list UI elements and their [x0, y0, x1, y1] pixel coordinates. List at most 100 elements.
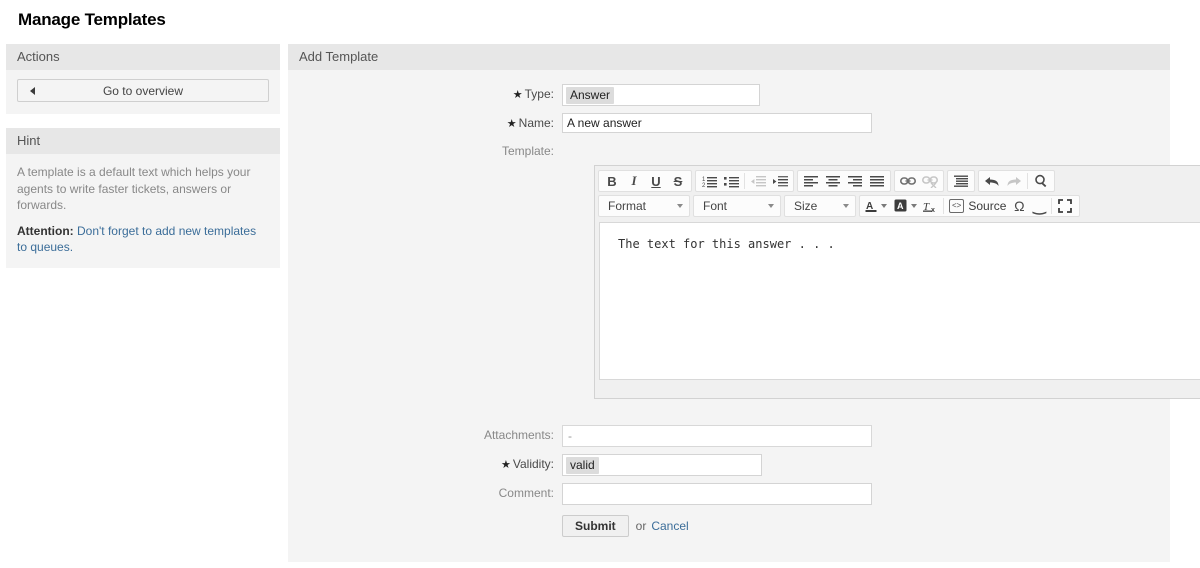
- size-select[interactable]: Size: [784, 195, 856, 217]
- hint-widget: Hint A template is a default text which …: [6, 128, 280, 268]
- toolbar-divider: [943, 198, 944, 214]
- comment-input[interactable]: [562, 483, 872, 505]
- add-template-header: Add Template: [288, 44, 1170, 70]
- toolbar-group-blockquote: [947, 170, 975, 192]
- type-select[interactable]: Answer: [562, 84, 760, 106]
- italic-icon[interactable]: I: [623, 171, 645, 191]
- go-to-overview-button[interactable]: Go to overview: [17, 79, 269, 102]
- type-selected-chip: Answer: [566, 86, 615, 104]
- special-character-icon[interactable]: Ω: [1009, 196, 1029, 216]
- field-row-comment: Comment:: [288, 483, 1170, 505]
- align-center-icon[interactable]: [822, 171, 844, 191]
- add-template-panel: Add Template ★ Type: Answer ★ Name: A new …: [288, 44, 1200, 562]
- attachments-field-wrap: -: [562, 425, 1170, 447]
- type-field-wrap: Answer: [562, 84, 1170, 106]
- code-icon: <>: [949, 199, 965, 213]
- field-row-validity: ★ Validity: valid: [288, 454, 1170, 476]
- blockquote-icon[interactable]: [950, 171, 972, 191]
- template-label: Template:: [501, 144, 554, 158]
- svg-text:x: x: [931, 207, 935, 213]
- toolbar-divider: [1051, 198, 1053, 214]
- validity-select[interactable]: valid: [562, 454, 762, 476]
- chevron-down-icon: [843, 204, 849, 208]
- remove-format-icon[interactable]: T x: [921, 196, 941, 216]
- text-color-icon[interactable]: A: [863, 196, 880, 216]
- undo-icon[interactable]: [981, 171, 1003, 191]
- hint-widget-body: A template is a default text which helps…: [6, 154, 280, 268]
- template-editor-row: B I U S 1 2 Format Font Size A A T x <> …: [288, 165, 1200, 399]
- actions-widget-header: Actions: [6, 44, 280, 70]
- toolbar-group-links: [894, 170, 944, 192]
- chevron-down-icon: [768, 204, 774, 208]
- validity-field-wrap: valid: [562, 454, 1170, 476]
- numbered-list-icon[interactable]: 1 2: [698, 171, 720, 191]
- editor-toolbar: B I U S 1 2 Format Font Size A A T x <> …: [595, 166, 1200, 222]
- bulleted-list-icon[interactable]: [720, 171, 742, 191]
- link-icon[interactable]: [897, 171, 919, 191]
- bold-icon[interactable]: B: [601, 171, 623, 191]
- field-row-submit: Submit or Cancel: [288, 512, 1170, 537]
- field-row-name: ★ Name: A new answer: [288, 113, 1170, 134]
- search-icon[interactable]: [1030, 171, 1052, 191]
- maximize-icon[interactable]: [1054, 196, 1076, 216]
- hint-text: A template is a default text which helps…: [17, 165, 251, 212]
- submit-row: Submit or Cancel: [562, 512, 1170, 537]
- type-label: ★ Type:: [512, 87, 554, 101]
- format-select-label: Format: [608, 199, 647, 213]
- unlink-icon[interactable]: [919, 171, 941, 191]
- source-button[interactable]: <> Source: [946, 196, 1009, 216]
- sidebar: Actions Go to overview Hint A template i…: [6, 44, 280, 282]
- chevron-down-icon[interactable]: [881, 204, 887, 208]
- cancel-link[interactable]: Cancel: [651, 519, 688, 533]
- validity-selected-chip: valid: [566, 456, 599, 474]
- toolbar-row-1: B I U S 1 2: [598, 170, 1200, 192]
- attachments-input[interactable]: -: [562, 425, 872, 447]
- template-editor-content[interactable]: The text for this answer . . .: [599, 222, 1200, 380]
- toolbar-group-alignment: [797, 170, 891, 192]
- strikethrough-icon[interactable]: S: [667, 171, 689, 191]
- submit-button[interactable]: Submit: [562, 515, 629, 537]
- editor-footer: [595, 380, 1200, 398]
- background-color-icon[interactable]: A: [891, 196, 910, 216]
- toolbar-group-history: [978, 170, 1055, 192]
- toolbar-row-2: Format Font Size A A T x <> Source Ω ‿: [598, 195, 1200, 217]
- name-input[interactable]: A new answer: [562, 113, 872, 133]
- chevron-down-icon[interactable]: [911, 204, 917, 208]
- svg-text:A: A: [897, 201, 904, 211]
- go-to-overview-label: Go to overview: [102, 84, 184, 98]
- hint-widget-header: Hint: [6, 128, 280, 154]
- align-justify-icon[interactable]: [866, 171, 888, 191]
- quotation-icon[interactable]: ‿: [1029, 196, 1049, 216]
- attachments-label: Attachments:: [483, 428, 554, 442]
- submit-field-wrap: Submit or Cancel: [562, 512, 1170, 537]
- page-title: Manage Templates: [18, 10, 166, 29]
- required-marker: ★: [512, 89, 523, 101]
- toolbar-group-colors: A A T x <> Source Ω ‿: [859, 195, 1081, 217]
- hint-attention-label: Attention:: [17, 223, 74, 238]
- field-row-template-label: Template:: [288, 141, 1170, 161]
- align-right-icon[interactable]: [844, 171, 866, 191]
- actions-widget-body: Go to overview: [6, 70, 280, 114]
- chevron-down-icon: [677, 204, 683, 208]
- field-row-attachments: Attachments: -: [288, 425, 1170, 447]
- toolbar-divider: [1027, 173, 1028, 189]
- format-select[interactable]: Format: [598, 195, 690, 217]
- underline-icon[interactable]: U: [645, 171, 667, 191]
- redo-icon[interactable]: [1003, 171, 1025, 191]
- comment-field-wrap: [562, 483, 1170, 505]
- add-template-body: ★ Type: Answer ★ Name: A new answer Templa…: [288, 70, 1200, 562]
- name-field-wrap: A new answer: [562, 113, 1170, 133]
- svg-text:2: 2: [702, 183, 706, 188]
- name-label: ★ Name:: [506, 116, 554, 130]
- comment-label: Comment:: [498, 486, 554, 500]
- rich-text-editor: B I U S 1 2 Format Font Size A A T x <> …: [594, 165, 1200, 399]
- toolbar-divider: [744, 173, 745, 189]
- size-select-label: Size: [794, 199, 818, 213]
- decrease-indent-icon[interactable]: [747, 171, 769, 191]
- font-select[interactable]: Font: [693, 195, 781, 217]
- actions-widget: Actions Go to overview: [6, 44, 280, 114]
- hint-attention: Attention: Don't forget to add new templ…: [17, 223, 269, 256]
- increase-indent-icon[interactable]: [769, 171, 791, 191]
- align-left-icon[interactable]: [800, 171, 822, 191]
- validity-label: ★ Validity:: [500, 457, 554, 471]
